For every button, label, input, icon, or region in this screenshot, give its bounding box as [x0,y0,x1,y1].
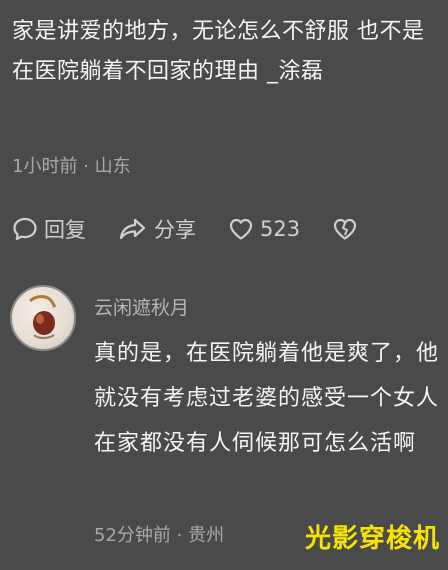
comment-meta: 1小时前 · 山东 [12,156,131,177]
reply-icon [13,217,37,241]
comment-text: 家是讲爱的地方，无论怎么不舒服 也不是在医院躺着不回家的理由 _涂磊 [12,19,425,84]
reply-label: 回复 [44,218,86,242]
dislike-heart-icon [333,218,357,240]
heart-icon [229,218,253,240]
watermark: 光影穿梭机 [304,524,440,554]
comment-actions: 回复 分享 523 [12,212,364,246]
avatar[interactable] [10,285,76,351]
avatar-image [28,295,57,339]
reply-button[interactable]: 回复 [12,214,86,244]
dislike-button[interactable] [332,217,364,241]
share-label: 分享 [154,218,196,242]
reply-username[interactable]: 云闲遮秋月 [94,293,189,320]
like-count: 523 [260,217,301,241]
like-button[interactable]: 523 [228,217,300,241]
reply-text: 真的是，在医院躺着他是爽了，他就没有考虑过老婆的感受一个女人在家都没有人伺候那可… [94,341,440,456]
share-button[interactable]: 分享 [118,214,196,244]
reply-meta: 52分钟前 · 贵州 [94,525,225,546]
share-icon [119,218,146,240]
